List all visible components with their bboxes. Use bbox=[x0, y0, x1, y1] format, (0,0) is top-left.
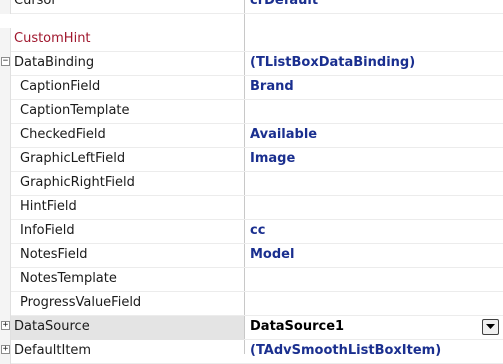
property-value-editor[interactable]: DataSource1 bbox=[250, 316, 495, 340]
row-gutter: + bbox=[0, 316, 11, 340]
property-name: GraphicLeftField bbox=[20, 151, 126, 166]
row-gutter bbox=[0, 244, 11, 268]
property-name: DefaultItem bbox=[14, 343, 92, 358]
row-gutter bbox=[0, 196, 11, 220]
collapse-icon[interactable]: − bbox=[1, 57, 10, 66]
row-gutter bbox=[0, 220, 11, 244]
property-name: ProgressValueField bbox=[20, 295, 142, 310]
row-gutter bbox=[0, 76, 11, 100]
row-gutter bbox=[0, 124, 11, 148]
property-row-hintfield[interactable]: HintField bbox=[0, 196, 503, 220]
property-row-notestemplate[interactable]: NotesTemplate bbox=[0, 268, 503, 292]
property-value[interactable] bbox=[250, 292, 495, 316]
property-row-defaultitem[interactable]: + DefaultItem (TAdvSmoothListBoxItem) bbox=[0, 340, 503, 364]
row-gutter bbox=[0, 268, 11, 292]
property-name: GraphicRightField bbox=[20, 175, 135, 190]
property-name: Cursor bbox=[14, 0, 57, 8]
property-value[interactable] bbox=[250, 196, 495, 220]
property-value[interactable] bbox=[250, 172, 495, 196]
property-name: DataSource bbox=[14, 319, 90, 334]
property-value[interactable] bbox=[250, 100, 495, 124]
property-row-captiontemplate[interactable]: CaptionTemplate bbox=[0, 100, 503, 124]
row-gutter bbox=[0, 148, 11, 172]
property-row-captionfield[interactable]: CaptionField Brand bbox=[0, 76, 503, 100]
property-name: HintField bbox=[20, 199, 77, 214]
property-name: NotesField bbox=[20, 247, 88, 262]
row-gutter bbox=[0, 0, 11, 14]
row-gutter: + bbox=[0, 340, 11, 364]
property-name: CaptionField bbox=[20, 79, 101, 94]
property-row-graphicleftfield[interactable]: GraphicLeftField Image bbox=[0, 148, 503, 172]
row-gutter bbox=[0, 292, 11, 316]
property-value[interactable] bbox=[250, 28, 495, 52]
row-gutter bbox=[0, 172, 11, 196]
property-row-databinding[interactable]: − DataBinding (TListBoxDataBinding) bbox=[0, 52, 503, 76]
property-value[interactable]: Brand bbox=[250, 76, 495, 100]
property-name: CaptionTemplate bbox=[20, 103, 130, 118]
property-row-notesfield[interactable]: NotesField Model bbox=[0, 244, 503, 268]
object-inspector-grid: Cursor crDefault CustomHint − DataBindin… bbox=[0, 0, 503, 364]
row-gutter: − bbox=[0, 52, 11, 76]
property-row-checkedfield[interactable]: CheckedField Available bbox=[0, 124, 503, 148]
property-row-graphicrightfield[interactable]: GraphicRightField bbox=[0, 172, 503, 196]
property-value[interactable]: Image bbox=[250, 148, 495, 172]
property-name: InfoField bbox=[20, 223, 75, 238]
property-name: DataBinding bbox=[14, 55, 95, 70]
property-value[interactable]: (TAdvSmoothListBoxItem) bbox=[250, 340, 495, 364]
property-value[interactable]: Model bbox=[250, 244, 495, 268]
property-name: NotesTemplate bbox=[20, 271, 117, 286]
property-row-datasource[interactable]: + DataSource DataSource1 bbox=[0, 316, 503, 340]
row-gutter bbox=[0, 28, 11, 52]
property-row-customhint[interactable]: CustomHint bbox=[0, 28, 503, 52]
expand-icon[interactable]: + bbox=[1, 321, 10, 330]
property-row-cursor[interactable]: Cursor crDefault bbox=[0, 0, 503, 14]
expand-icon[interactable]: + bbox=[1, 345, 10, 354]
row-gutter bbox=[0, 100, 11, 124]
property-value[interactable]: (TListBoxDataBinding) bbox=[250, 52, 495, 76]
property-name: CheckedField bbox=[20, 127, 106, 142]
property-value[interactable] bbox=[250, 268, 495, 292]
property-value[interactable]: cc bbox=[250, 220, 495, 244]
property-value[interactable]: crDefault bbox=[250, 0, 495, 14]
property-row-infofield[interactable]: InfoField cc bbox=[0, 220, 503, 244]
property-row-progressvaluefield[interactable]: ProgressValueField bbox=[0, 292, 503, 316]
property-value[interactable]: Available bbox=[250, 124, 495, 148]
chevron-down-icon[interactable] bbox=[482, 319, 499, 335]
property-name: CustomHint bbox=[14, 31, 91, 46]
